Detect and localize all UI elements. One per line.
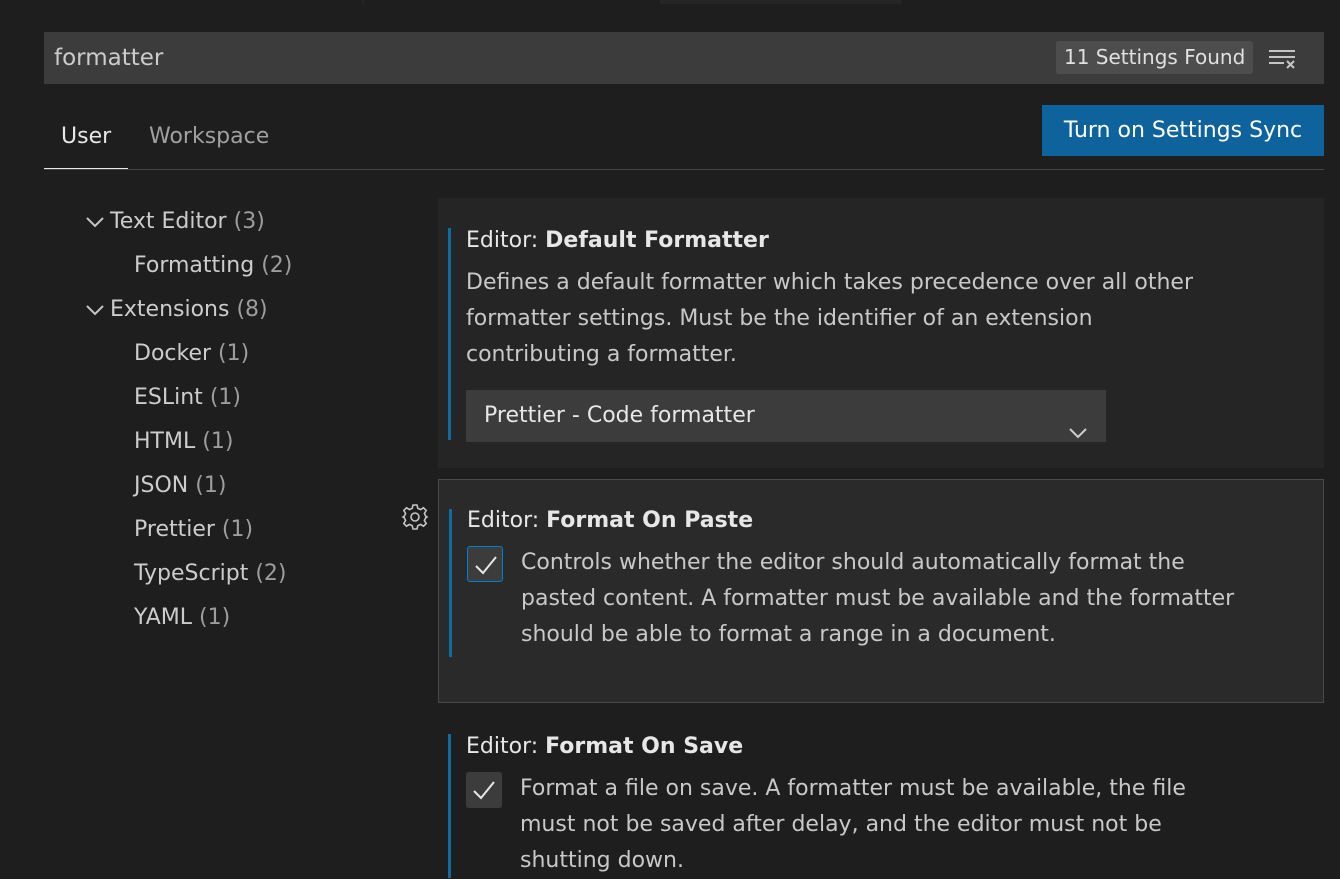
toc-item-json[interactable]: JSON (1) xyxy=(134,464,226,508)
setting-description: Defines a default formatter which takes … xyxy=(466,265,1193,373)
check-icon xyxy=(475,556,497,575)
chevron-down-icon xyxy=(1068,408,1088,460)
setting-format-on-paste: Editor: Format On Paste Controls whether… xyxy=(438,479,1324,703)
toc-item-count: (1) xyxy=(202,429,234,454)
toc-item-label: TypeScript xyxy=(134,561,249,586)
toc-item-eslint[interactable]: ESLint (1) xyxy=(134,376,241,420)
description-line: Controls whether the editor should autom… xyxy=(521,550,1185,575)
turn-on-settings-sync-button[interactable]: Turn on Settings Sync xyxy=(1042,105,1324,156)
chevron-down-icon xyxy=(80,200,110,244)
toc-item-extensions[interactable]: Extensions (8) xyxy=(80,288,268,332)
modified-indicator xyxy=(448,734,451,878)
toc-item-count: (8) xyxy=(236,297,268,322)
setting-name: Format On Save xyxy=(545,734,744,759)
toc-item-label: HTML xyxy=(134,429,196,454)
settings-found-badge: 11 Settings Found xyxy=(1056,41,1254,74)
default-formatter-select[interactable]: Prettier - Code formatter xyxy=(466,390,1106,442)
setting-category: Editor: xyxy=(467,508,547,533)
toc-item-label: Text Editor xyxy=(110,209,227,234)
toc-item-count: (2) xyxy=(261,253,293,278)
toc-item-count: (1) xyxy=(218,341,250,366)
tab-strip-segment xyxy=(902,0,1340,4)
description-line: formatter settings. Must be the identifi… xyxy=(466,306,1093,331)
description-line: contributing a formatter. xyxy=(466,342,737,367)
toc-item-label: Docker xyxy=(134,341,212,366)
toc-item-label: YAML xyxy=(134,605,193,630)
setting-name: Default Formatter xyxy=(545,228,769,253)
setting-description: Controls whether the editor should autom… xyxy=(521,545,1234,653)
setting-name: Format On Paste xyxy=(546,508,754,533)
toc-item-label: Prettier xyxy=(134,517,215,542)
clear-filter-icon[interactable] xyxy=(1266,44,1298,72)
toc-item-label: JSON xyxy=(134,473,189,498)
toc-item-count: (3) xyxy=(233,209,265,234)
setting-format-on-save: Editor: Format On Save Format a file on … xyxy=(438,714,1324,878)
toc-item-prettier[interactable]: Prettier (1) xyxy=(134,508,253,552)
description-line: Defines a default formatter which takes … xyxy=(466,270,1193,295)
modified-indicator xyxy=(449,509,452,657)
check-icon xyxy=(473,781,495,800)
settings-list: Editor: Default Formatter Defines a defa… xyxy=(438,198,1324,878)
description-line: Format a file on save. A formatter must … xyxy=(520,776,1186,801)
setting-title: Editor: Format On Paste xyxy=(467,508,753,533)
toc-item-label: Extensions xyxy=(110,297,230,322)
modified-indicator xyxy=(448,228,451,440)
settings-search-input[interactable] xyxy=(54,32,954,84)
setting-category: Editor: xyxy=(466,228,546,253)
gear-icon[interactable] xyxy=(400,502,430,532)
format-on-save-checkbox[interactable] xyxy=(466,772,502,808)
editor-tab-strip xyxy=(0,0,1340,4)
toc-item-formatting[interactable]: Formatting (2) xyxy=(134,244,292,288)
setting-category: Editor: xyxy=(466,734,546,759)
toc-item-yaml[interactable]: YAML (1) xyxy=(134,596,230,640)
description-line: should be able to format a range in a do… xyxy=(521,622,1056,647)
setting-default-formatter: Editor: Default Formatter Defines a defa… xyxy=(438,198,1324,468)
description-line: shutting down. xyxy=(520,848,684,873)
chevron-down-icon xyxy=(80,288,110,332)
setting-title: Editor: Format On Save xyxy=(466,734,743,759)
tab-strip-segment xyxy=(364,0,660,4)
toc-item-label: Formatting xyxy=(134,253,255,278)
toc-item-html[interactable]: HTML (1) xyxy=(134,420,233,464)
tab-strip-segment xyxy=(0,0,362,4)
toc-item-count: (1) xyxy=(221,517,254,542)
tab-user[interactable]: User xyxy=(44,120,129,170)
select-value: Prettier - Code formatter xyxy=(484,403,755,428)
tabs-divider xyxy=(44,169,1324,170)
toc-item-label: ESLint xyxy=(134,385,203,410)
toc-item-count: (1) xyxy=(209,385,241,410)
settings-search-bar: 11 Settings Found xyxy=(44,32,1324,84)
toc-item-typescript[interactable]: TypeScript (2) xyxy=(134,552,287,596)
setting-title: Editor: Default Formatter xyxy=(466,228,769,253)
tab-workspace[interactable]: Workspace xyxy=(132,120,286,168)
description-line: pasted content. A formatter must be avai… xyxy=(521,586,1235,611)
toc-item-count: (1) xyxy=(195,473,227,498)
toc-item-docker[interactable]: Docker (1) xyxy=(134,332,249,376)
toc-item-text-editor[interactable]: Text Editor (3) xyxy=(80,200,265,244)
setting-description: Format a file on save. A formatter must … xyxy=(520,771,1186,879)
format-on-paste-checkbox[interactable] xyxy=(467,546,503,582)
toc-item-count: (2) xyxy=(255,561,287,586)
description-line: must not be saved after delay, and the e… xyxy=(520,812,1162,837)
toc-item-count: (1) xyxy=(199,605,231,630)
